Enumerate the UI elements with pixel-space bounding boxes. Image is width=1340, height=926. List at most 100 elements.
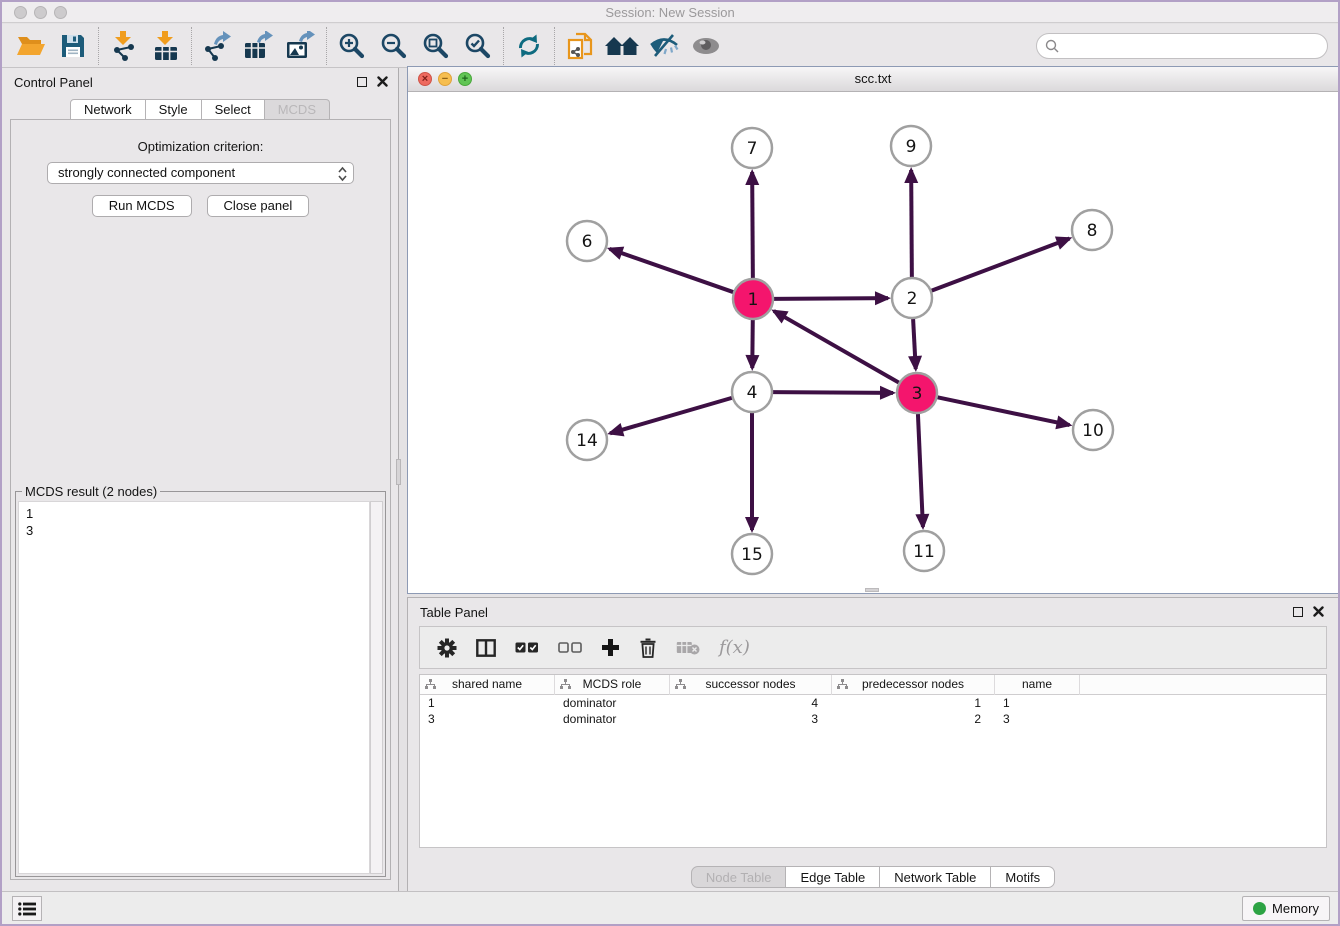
optimization-criterion-select[interactable]: strongly connected component [47, 162, 354, 184]
import-table-icon[interactable] [145, 28, 187, 64]
refresh-view-icon[interactable] [508, 28, 550, 64]
graph-edge-1-2[interactable] [774, 298, 888, 299]
select-all-checkboxes-icon[interactable] [515, 642, 539, 653]
mcds-result-text[interactable]: 13 [18, 501, 370, 874]
tab-network-table[interactable]: Network Table [880, 866, 991, 888]
float-table-panel-icon[interactable] [1293, 607, 1303, 617]
close-panel-icon[interactable] [377, 76, 388, 87]
add-row-icon[interactable] [601, 638, 620, 657]
memory-status-icon [1253, 902, 1266, 915]
export-network-icon[interactable] [196, 28, 238, 64]
graph-edge-2-8[interactable] [932, 238, 1070, 290]
memory-button[interactable]: Memory [1242, 896, 1330, 921]
search-input[interactable] [1059, 36, 1327, 56]
table-cell[interactable]: 1 [420, 695, 555, 711]
control-panel-title: Control Panel [14, 75, 93, 90]
graph-edge-1-4[interactable] [752, 320, 753, 368]
table-panel-tabs: Node TableEdge TableNetwork TableMotifs [408, 866, 1338, 888]
zoom-out-icon[interactable] [373, 28, 415, 64]
graph-edge-1-7[interactable] [752, 172, 753, 278]
tab-edge-table[interactable]: Edge Table [786, 866, 880, 888]
result-scrollbar[interactable] [370, 501, 383, 874]
import-network-icon[interactable] [103, 28, 145, 64]
open-file-icon[interactable] [10, 28, 52, 64]
function-builder-icon[interactable]: f(x) [719, 637, 750, 658]
window-title: Session: New Session [2, 5, 1338, 20]
graph-node-label: 1 [748, 290, 759, 310]
network-canvas[interactable]: 7968124314101511 [408, 92, 1338, 593]
close-panel-button[interactable]: Close panel [207, 195, 310, 217]
close-table-panel-icon[interactable] [1313, 606, 1324, 617]
graph-edge-3-11[interactable] [918, 414, 923, 527]
graph-node-label: 8 [1087, 221, 1098, 241]
column-header-mcds-role[interactable]: MCDS role [555, 675, 670, 695]
deselect-all-checkboxes-icon[interactable] [558, 642, 582, 653]
tab-mcds[interactable]: MCDS [265, 99, 330, 120]
column-header-name[interactable]: name [995, 675, 1080, 695]
graph-edge-1-6[interactable] [610, 249, 734, 292]
canvas-resize-handle[interactable] [865, 588, 879, 592]
toolbar-separator [554, 27, 555, 65]
control-panel: Control Panel NetworkStyleSelectMCDS Opt… [2, 68, 399, 895]
graph-edge-2-9[interactable] [911, 170, 912, 277]
zoom-in-icon[interactable] [331, 28, 373, 64]
settings-gear-icon[interactable] [437, 638, 457, 658]
table-cell[interactable]: 3 [670, 711, 832, 727]
table-body: 1dominator4113dominator323 [420, 695, 1326, 727]
select-stepper-icon [338, 166, 347, 182]
float-panel-icon[interactable] [357, 77, 367, 87]
table-cell[interactable]: 1 [995, 695, 1080, 711]
panel-splitter-handle[interactable] [396, 459, 401, 485]
graph-edge-4-14[interactable] [610, 398, 732, 433]
memory-label: Memory [1272, 901, 1319, 916]
table-cell[interactable]: dominator [555, 711, 670, 727]
save-session-icon[interactable] [52, 28, 94, 64]
tab-node-table[interactable]: Node Table [691, 866, 787, 888]
tab-select[interactable]: Select [202, 99, 265, 120]
graph-node-label: 3 [912, 384, 923, 404]
table-cell[interactable]: 1 [832, 695, 995, 711]
column-header-shared-name[interactable]: shared name [420, 675, 555, 695]
duplicate-network-icon[interactable] [559, 28, 601, 64]
graph-node-label: 14 [576, 431, 598, 451]
delete-table-icon[interactable] [676, 640, 700, 655]
network-view-window: × − + scc.txt 7968124314101511 [407, 66, 1339, 594]
hide-graphics-details-icon[interactable] [643, 28, 685, 64]
tab-style[interactable]: Style [146, 99, 202, 120]
show-graphics-details-icon[interactable] [685, 28, 727, 64]
graph-edge-4-3[interactable] [773, 392, 893, 393]
network-graph: 7968124314101511 [408, 92, 1338, 593]
columns-icon[interactable] [476, 639, 496, 657]
sort-tree-icon [560, 679, 571, 690]
mcds-result-box: MCDS result (2 nodes) 13 [15, 491, 386, 877]
tab-network[interactable]: Network [70, 99, 146, 120]
column-header-successor-nodes[interactable]: successor nodes [670, 675, 832, 695]
task-history-button[interactable] [12, 896, 42, 921]
delete-row-icon[interactable] [639, 638, 657, 658]
table-row[interactable]: 3dominator323 [420, 711, 1326, 727]
home-layout-icon[interactable] [601, 28, 643, 64]
table-toolbar: f(x) [419, 626, 1327, 669]
run-mcds-button[interactable]: Run MCDS [92, 195, 192, 217]
graph-node-label: 15 [741, 545, 763, 565]
tab-motifs[interactable]: Motifs [991, 866, 1055, 888]
table-row[interactable]: 1dominator411 [420, 695, 1326, 711]
application-window: Session: New Session [0, 0, 1340, 926]
graph-edge-2-3[interactable] [913, 319, 916, 369]
zoom-selected-icon[interactable] [457, 28, 499, 64]
graph-edge-3-1[interactable] [774, 311, 899, 383]
search-box[interactable] [1036, 33, 1328, 59]
export-table-icon[interactable] [238, 28, 280, 64]
table-cell[interactable]: 4 [670, 695, 832, 711]
export-image-icon[interactable] [280, 28, 322, 64]
table-cell[interactable]: 3 [420, 711, 555, 727]
status-bar: Memory [2, 891, 1338, 924]
network-window-titlebar[interactable]: × − + scc.txt [408, 67, 1338, 92]
table-cell[interactable]: dominator [555, 695, 670, 711]
table-cell[interactable]: 3 [995, 711, 1080, 727]
table-cell[interactable]: 2 [832, 711, 995, 727]
graph-edge-3-10[interactable] [938, 397, 1070, 425]
column-header-predecessor-nodes[interactable]: predecessor nodes [832, 675, 995, 695]
table-header-row: shared nameMCDS rolesuccessor nodesprede… [420, 675, 1326, 695]
zoom-fit-icon[interactable] [415, 28, 457, 64]
